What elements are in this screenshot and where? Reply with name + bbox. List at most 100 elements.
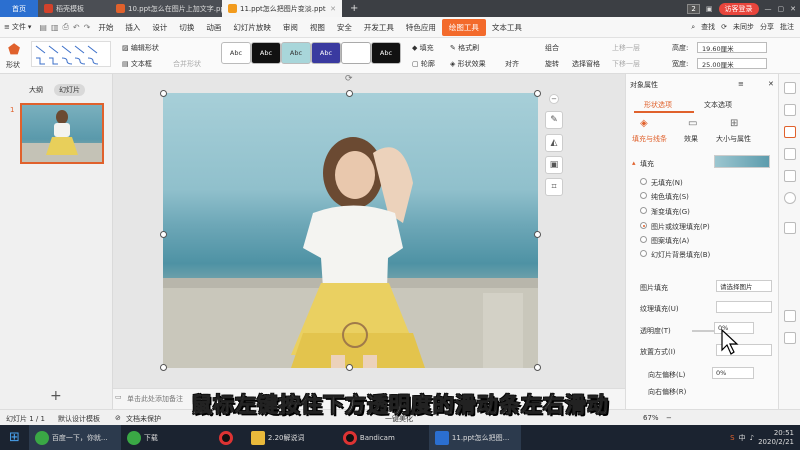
save-icon[interactable]: ▤ bbox=[37, 23, 49, 32]
skin-icon[interactable]: ▣ bbox=[706, 5, 713, 13]
volume-icon[interactable]: ♪ bbox=[750, 434, 754, 442]
resize-handle-bl[interactable] bbox=[160, 364, 167, 371]
sidebar-effect-icon[interactable] bbox=[784, 170, 796, 182]
comment-button[interactable]: 批注 bbox=[780, 22, 794, 32]
guest-login-button[interactable]: 访客登录 bbox=[718, 2, 759, 15]
menu-insert[interactable]: 插入 bbox=[119, 22, 146, 33]
sidebar-settings-icon[interactable] bbox=[784, 332, 796, 344]
tab-shape-options[interactable]: 形状选项 bbox=[644, 100, 672, 110]
sidebar-select-icon[interactable] bbox=[784, 82, 796, 94]
textbox-button[interactable]: ▤ 文本框 bbox=[122, 59, 152, 69]
close-tab-icon[interactable]: ✕ bbox=[330, 5, 336, 13]
menu-slideshow[interactable]: 幻灯片放映 bbox=[227, 22, 277, 33]
menu-design[interactable]: 设计 bbox=[146, 22, 173, 33]
resize-handle-tm[interactable] bbox=[346, 90, 353, 97]
sub-fill-line[interactable]: 填充与线条 bbox=[632, 134, 667, 144]
doc-tab-10[interactable]: 10.ppt怎么在图片上加文字.ppt bbox=[110, 0, 222, 17]
sidebar-help-icon[interactable] bbox=[784, 310, 796, 322]
menu-review[interactable]: 审阅 bbox=[277, 22, 304, 33]
fill-button[interactable]: ◆ 填充 bbox=[412, 43, 434, 53]
style-white[interactable]: Abc bbox=[221, 42, 251, 64]
print-icon[interactable]: ⎙ bbox=[61, 22, 71, 32]
sync-button[interactable]: 未同步 bbox=[733, 22, 754, 32]
sidebar-fill-icon[interactable] bbox=[784, 126, 796, 138]
width-input[interactable]: 25.00厘米 bbox=[697, 58, 767, 69]
close-window-icon[interactable]: ✕ bbox=[790, 5, 796, 13]
style-blank[interactable] bbox=[341, 42, 371, 64]
select-pane-button[interactable]: 选择窗格 bbox=[572, 59, 600, 69]
sub-size-property[interactable]: 大小与属性 bbox=[716, 134, 751, 144]
tab-slides[interactable]: 幻灯片 bbox=[54, 84, 85, 96]
resize-handle-mr[interactable] bbox=[534, 231, 541, 238]
shape-fill-icon[interactable]: ◭ bbox=[545, 134, 563, 152]
merge-shape-button[interactable]: 合并形状 bbox=[173, 59, 201, 69]
open-icon[interactable]: ▥ bbox=[49, 23, 61, 32]
share-button[interactable]: 分享 bbox=[760, 22, 774, 32]
bring-forward-button[interactable]: 上移一层 bbox=[612, 43, 640, 53]
sidebar-property-icon[interactable] bbox=[784, 222, 796, 234]
format-brush-button[interactable]: ✎ 格式刷 bbox=[450, 43, 479, 53]
style-black[interactable]: Abc bbox=[251, 42, 281, 64]
shape-gallery[interactable] bbox=[31, 41, 111, 67]
crop-icon[interactable]: ⌗ bbox=[545, 178, 563, 196]
fill-bucket-icon[interactable]: ◈ bbox=[640, 118, 648, 129]
new-tab-button[interactable]: + bbox=[342, 0, 366, 17]
tab-text-options[interactable]: 文本选项 bbox=[704, 100, 732, 110]
style-black-2[interactable]: Abc bbox=[371, 42, 401, 64]
menu-security[interactable]: 安全 bbox=[331, 22, 358, 33]
search-button[interactable]: 查找 bbox=[701, 22, 715, 32]
menu-start[interactable]: 开始 bbox=[92, 22, 119, 33]
radio-slide-bg-fill[interactable] bbox=[640, 250, 647, 257]
taskbar-record[interactable] bbox=[213, 425, 245, 450]
minimize-icon[interactable]: — bbox=[765, 5, 772, 13]
maximize-icon[interactable]: ▢ bbox=[778, 5, 785, 13]
radio-pattern-fill[interactable] bbox=[640, 236, 647, 243]
effect-icon[interactable]: ▭ bbox=[688, 118, 697, 129]
rotate-button[interactable]: 旋转 bbox=[545, 59, 559, 69]
resize-handle-tl[interactable] bbox=[160, 90, 167, 97]
height-input[interactable]: 19.60厘米 bbox=[697, 42, 767, 53]
fill-preview[interactable] bbox=[714, 155, 770, 168]
sidebar-animation-icon[interactable] bbox=[784, 148, 796, 160]
taskbar-download[interactable]: 下载 bbox=[121, 425, 213, 450]
template-tab[interactable]: 稻壳模板 bbox=[38, 0, 110, 17]
panel-close-icon[interactable]: ✕ bbox=[768, 80, 774, 88]
menu-developer[interactable]: 开发工具 bbox=[358, 22, 400, 33]
menu-animation[interactable]: 动画 bbox=[200, 22, 227, 33]
sidebar-shape-icon[interactable] bbox=[784, 104, 796, 116]
menu-text-tools[interactable]: 文本工具 bbox=[486, 22, 528, 33]
menu-features[interactable]: 特色应用 bbox=[400, 22, 442, 33]
undo-icon[interactable]: ↶ bbox=[71, 23, 82, 32]
texture-fill-select[interactable] bbox=[716, 301, 772, 313]
tab-outline[interactable]: 大纲 bbox=[24, 84, 48, 96]
resize-handle-br[interactable] bbox=[534, 364, 541, 371]
collapse-icon[interactable]: − bbox=[549, 94, 559, 104]
group-button[interactable]: 组合 bbox=[545, 43, 559, 53]
pen-icon[interactable]: ✎ bbox=[545, 111, 563, 129]
radio-no-fill[interactable] bbox=[640, 178, 647, 185]
align-button[interactable]: 对齐 bbox=[505, 59, 519, 69]
start-button[interactable]: ⊞ bbox=[0, 425, 29, 450]
shape-icon[interactable]: ⬟ bbox=[8, 42, 20, 58]
home-tab[interactable]: 首页 bbox=[0, 0, 38, 17]
menu-drawing-tools[interactable]: 绘图工具 bbox=[441, 18, 486, 36]
style-blue[interactable]: Abc bbox=[311, 42, 341, 64]
panel-menu-icon[interactable]: ≡ bbox=[738, 80, 744, 88]
menu-view[interactable]: 视图 bbox=[304, 22, 331, 33]
file-menu[interactable]: ≡ 文件 ▾ bbox=[4, 22, 37, 32]
slide-thumbnail[interactable] bbox=[20, 103, 104, 164]
input-language[interactable]: 中 bbox=[739, 433, 746, 443]
size-icon[interactable]: ⊞ bbox=[730, 118, 738, 129]
send-backward-button[interactable]: 下移一层 bbox=[612, 59, 640, 69]
edit-shape-button[interactable]: ▨ 编辑形状 bbox=[122, 43, 159, 53]
frame-icon[interactable]: ▣ bbox=[545, 156, 563, 174]
section-collapse-icon[interactable]: ▴ bbox=[632, 159, 636, 167]
input-method-icon[interactable]: S bbox=[730, 434, 734, 442]
shape-effect-button[interactable]: ◈ 形状效果 bbox=[450, 59, 486, 69]
redo-icon[interactable]: ↷ bbox=[82, 23, 93, 32]
picture-fill-select[interactable]: 请选择图片 bbox=[716, 280, 772, 292]
style-teal[interactable]: Abc bbox=[281, 42, 311, 64]
radio-solid-fill[interactable] bbox=[640, 192, 647, 199]
taskbar-bandicam[interactable]: Bandicam bbox=[337, 425, 429, 450]
taskbar-folder[interactable]: 2.20解说词 bbox=[245, 425, 337, 450]
